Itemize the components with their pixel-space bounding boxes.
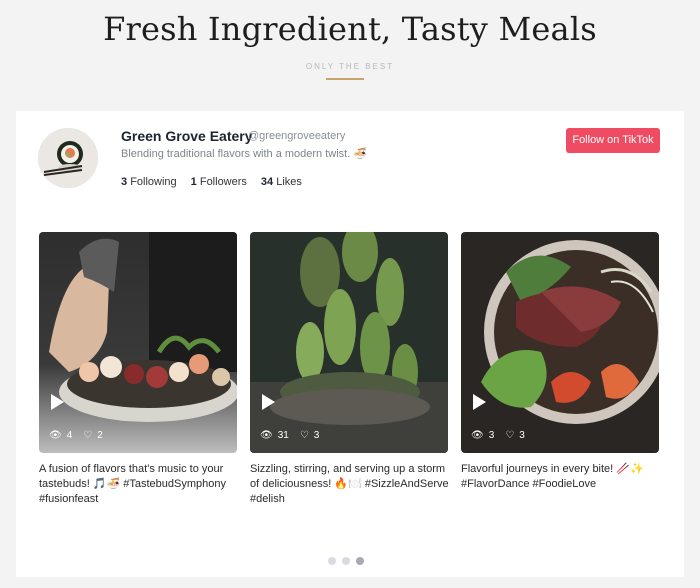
following-count: 3 — [121, 176, 128, 188]
likes-count: 34 — [260, 176, 274, 188]
page-subtitle: ONLY THE BEST — [305, 62, 395, 71]
play-icon[interactable] — [473, 394, 486, 410]
profile-name[interactable]: Green Grove Eatery — [121, 128, 253, 144]
followers-label: Followers — [199, 176, 247, 188]
carousel-pagination — [328, 557, 364, 565]
video-views: 31 — [277, 430, 289, 441]
follow-on-tiktok-button[interactable]: Follow on TikTok — [566, 128, 660, 153]
following-stat: 3 Following — [121, 176, 177, 188]
profile-bio: Blending traditional flavors with a mode… — [121, 148, 368, 160]
video-caption-3: Flavorful journeys in every bite! 🥢✨ #Fl… — [461, 463, 644, 490]
video-thumbnail-3[interactable]: 👁 3 ♡ 3 — [461, 232, 659, 453]
following-label: Following — [130, 176, 177, 188]
eye-icon: 👁 — [471, 430, 484, 441]
likes-label: Likes — [276, 176, 302, 188]
video-caption-2: Sizzling, stirring, and serving up a sto… — [250, 463, 449, 505]
heart-icon: ♡ — [299, 430, 309, 441]
video-stats: 👁 31 ♡ 3 — [260, 430, 319, 441]
heart-icon: ♡ — [505, 430, 515, 441]
pagination-dot-1[interactable] — [328, 557, 336, 565]
followers-count: 1 — [190, 176, 197, 188]
pagination-dot-2[interactable] — [342, 557, 350, 565]
play-icon[interactable] — [262, 394, 275, 410]
accent-divider — [326, 78, 364, 80]
video-caption-1: A fusion of flavors that's music to your… — [39, 463, 226, 505]
play-icon[interactable] — [51, 394, 64, 410]
video-stats: 👁 3 ♡ 3 — [471, 430, 525, 441]
video-stats: 👁 4 ♡ 2 — [49, 430, 103, 441]
video-views: 3 — [488, 430, 495, 441]
profile-stats: 3 Following 1 Followers 34 Likes — [121, 176, 302, 188]
video-thumbnail-1[interactable]: 👁 4 ♡ 2 — [39, 232, 237, 453]
section-header: Fresh Ingredient, Tasty Meals ONLY THE B… — [0, 0, 700, 110]
video-likes: 3 — [519, 430, 525, 441]
video-likes: 3 — [313, 430, 320, 441]
page-title: Fresh Ingredient, Tasty Meals — [103, 10, 597, 48]
eye-icon: 👁 — [260, 430, 273, 441]
eye-icon: 👁 — [49, 430, 62, 441]
pagination-dot-3[interactable] — [356, 557, 364, 565]
video-views: 4 — [66, 430, 73, 441]
profile-handle[interactable]: @greengroveeatery — [248, 130, 345, 142]
video-likes: 2 — [97, 430, 103, 441]
heart-icon: ♡ — [83, 430, 93, 441]
profile-avatar[interactable] — [38, 128, 98, 188]
video-thumbnail-2[interactable]: 👁 31 ♡ 3 — [250, 232, 448, 453]
followers-stat: 1 Followers — [191, 176, 247, 188]
likes-stat: 34 Likes — [261, 176, 302, 188]
